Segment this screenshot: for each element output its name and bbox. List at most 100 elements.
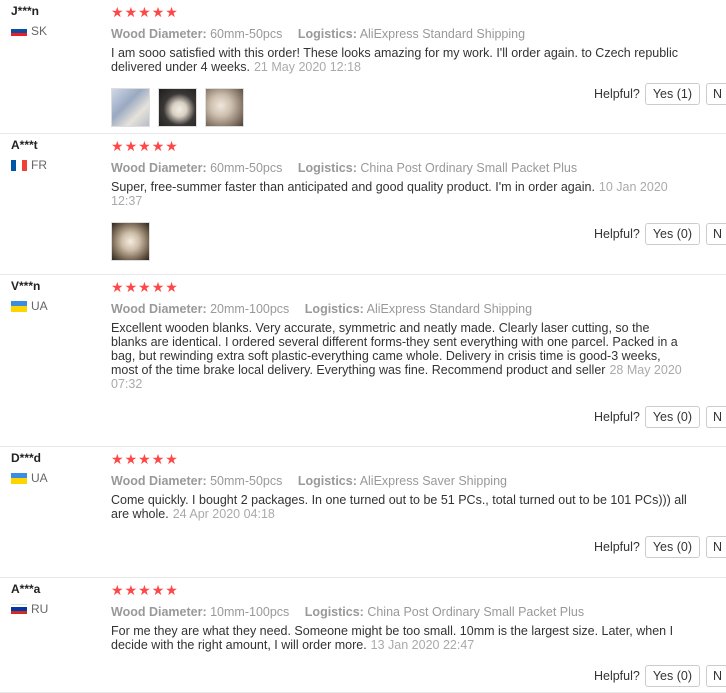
- reviewer-info: A***a RU: [11, 582, 106, 616]
- country-flag-icon: [11, 472, 27, 484]
- review-photo-thumbnail[interactable]: [158, 88, 197, 127]
- reviewer-country: UA: [11, 299, 106, 313]
- review-attributes: Wood Diameter: 60mm-50pcs Logistics: Ali…: [111, 26, 691, 42]
- helpful-yes-button[interactable]: Yes (0): [644, 223, 700, 245]
- star-icon: ★: [124, 279, 138, 295]
- star-rating: ★★★★★: [111, 4, 691, 20]
- helpful-label: Helpful?: [593, 227, 640, 241]
- helpful-yes-button[interactable]: Yes (0): [644, 406, 700, 428]
- logistics-value: AliExpress Standard Shipping: [359, 27, 526, 41]
- star-icon: ★: [165, 138, 178, 154]
- review-content: ★★★★★ Wood Diameter: 50mm-50pcs Logistic…: [111, 451, 691, 521]
- review-text: Excellent wooden blanks. Very accurate, …: [111, 321, 689, 391]
- helpful-no-button[interactable]: N: [706, 406, 726, 428]
- helpful-yes-button[interactable]: Yes (0): [644, 665, 700, 687]
- star-icon: ★: [138, 4, 151, 20]
- star-rating: ★★★★★: [111, 451, 691, 467]
- review-photo-thumbnail[interactable]: [205, 88, 244, 127]
- diameter-value: 20mm-100pcs: [210, 302, 290, 316]
- diameter-value: 60mm-50pcs: [210, 161, 283, 175]
- review-text: Come quickly. I bought 2 packages. In on…: [111, 493, 689, 521]
- star-icon: ★: [151, 451, 165, 467]
- review-item: J***n SK ★★★★★ Wood Diameter: 60mm-50pcs…: [0, 0, 726, 134]
- logistics-label: Logistics:: [304, 302, 364, 316]
- reviewer-name: J***n: [11, 4, 40, 18]
- review-item: A***t FR ★★★★★ Wood Diameter: 60mm-50pcs…: [0, 134, 726, 275]
- star-icon: ★: [111, 4, 124, 20]
- star-icon: ★: [138, 451, 151, 467]
- helpful-yes-button[interactable]: Yes (1): [644, 83, 700, 105]
- reviewer-info: J***n SK: [11, 4, 106, 38]
- review-body: Excellent wooden blanks. Very accurate, …: [111, 321, 678, 377]
- helpful-label: Helpful?: [593, 87, 640, 101]
- helpful-label: Helpful?: [593, 540, 640, 554]
- star-icon: ★: [138, 582, 151, 598]
- star-icon: ★: [138, 279, 151, 295]
- reviewer-name: D***d: [11, 451, 42, 465]
- helpful-controls: Helpful? Yes (0) N: [594, 406, 726, 428]
- helpful-no-button[interactable]: N: [706, 83, 726, 105]
- reviewer-country: RU: [11, 602, 106, 616]
- reviewer-country: FR: [11, 158, 106, 172]
- star-icon: ★: [124, 4, 138, 20]
- helpful-no-button[interactable]: N: [706, 536, 726, 558]
- logistics-label: Logistics:: [297, 161, 357, 175]
- helpful-controls: Helpful? Yes (0) N: [594, 223, 726, 245]
- logistics-value: AliExpress Saver Shipping: [359, 474, 507, 488]
- reviewer-info: V***n UA: [11, 279, 106, 313]
- review-attributes: Wood Diameter: 60mm-50pcs Logistics: Chi…: [111, 160, 691, 176]
- review-text: For me they are what they need. Someone …: [111, 624, 689, 652]
- review-date: 21 May 2020 12:18: [253, 60, 362, 74]
- star-rating: ★★★★★: [111, 138, 691, 154]
- country-flag-icon: [11, 159, 27, 171]
- star-icon: ★: [165, 4, 178, 20]
- star-icon: ★: [165, 279, 178, 295]
- review-photo-thumbnail[interactable]: [111, 222, 150, 261]
- country-flag-icon: [11, 603, 27, 615]
- review-attributes: Wood Diameter: 50mm-50pcs Logistics: Ali…: [111, 473, 691, 489]
- reviewer-name: A***a: [11, 582, 41, 596]
- helpful-no-button[interactable]: N: [706, 223, 726, 245]
- star-icon: ★: [124, 138, 138, 154]
- reviewer-country: UA: [11, 471, 106, 485]
- star-icon: ★: [165, 582, 178, 598]
- helpful-yes-button[interactable]: Yes (0): [644, 536, 700, 558]
- helpful-controls: Helpful? Yes (0) N: [594, 665, 726, 687]
- diameter-label: Wood Diameter:: [111, 161, 207, 175]
- diameter-label: Wood Diameter:: [111, 605, 207, 619]
- diameter-label: Wood Diameter:: [111, 302, 207, 316]
- country-code: UA: [31, 471, 48, 485]
- star-icon: ★: [111, 279, 124, 295]
- diameter-value: 50mm-50pcs: [210, 474, 283, 488]
- star-icon: ★: [165, 451, 178, 467]
- review-content: ★★★★★ Wood Diameter: 20mm-100pcs Logisti…: [111, 279, 691, 391]
- star-icon: ★: [151, 279, 165, 295]
- helpful-controls: Helpful? Yes (0) N: [594, 536, 726, 558]
- review-content: ★★★★★ Wood Diameter: 10mm-100pcs Logisti…: [111, 582, 691, 652]
- diameter-label: Wood Diameter:: [111, 27, 207, 41]
- reviewer-info: D***d UA: [11, 451, 106, 485]
- star-icon: ★: [138, 138, 151, 154]
- country-flag-icon: [11, 300, 27, 312]
- reviewer-country: SK: [11, 24, 106, 38]
- review-item: A***a RU ★★★★★ Wood Diameter: 10mm-100pc…: [0, 578, 726, 693]
- helpful-no-button[interactable]: N: [706, 665, 726, 687]
- review-body: Super, free-summer faster than anticipat…: [111, 180, 595, 194]
- helpful-label: Helpful?: [593, 410, 640, 424]
- review-photo-thumbnail[interactable]: [111, 88, 150, 127]
- country-flag-icon: [11, 25, 27, 37]
- logistics-label: Logistics:: [297, 27, 357, 41]
- logistics-value: China Post Ordinary Small Packet Plus: [367, 605, 585, 619]
- star-icon: ★: [124, 451, 138, 467]
- star-icon: ★: [151, 138, 165, 154]
- star-icon: ★: [151, 4, 165, 20]
- review-content: ★★★★★ Wood Diameter: 60mm-50pcs Logistic…: [111, 4, 691, 127]
- review-text: I am sooo satisfied with this order! The…: [111, 46, 689, 74]
- review-item: V***n UA ★★★★★ Wood Diameter: 20mm-100pc…: [0, 275, 726, 447]
- review-item: D***d UA ★★★★★ Wood Diameter: 50mm-50pcs…: [0, 447, 726, 578]
- helpful-controls: Helpful? Yes (1) N: [594, 83, 726, 105]
- logistics-label: Logistics:: [297, 474, 357, 488]
- star-icon: ★: [111, 451, 124, 467]
- reviewer-name: A***t: [11, 138, 38, 152]
- logistics-value: AliExpress Standard Shipping: [366, 302, 533, 316]
